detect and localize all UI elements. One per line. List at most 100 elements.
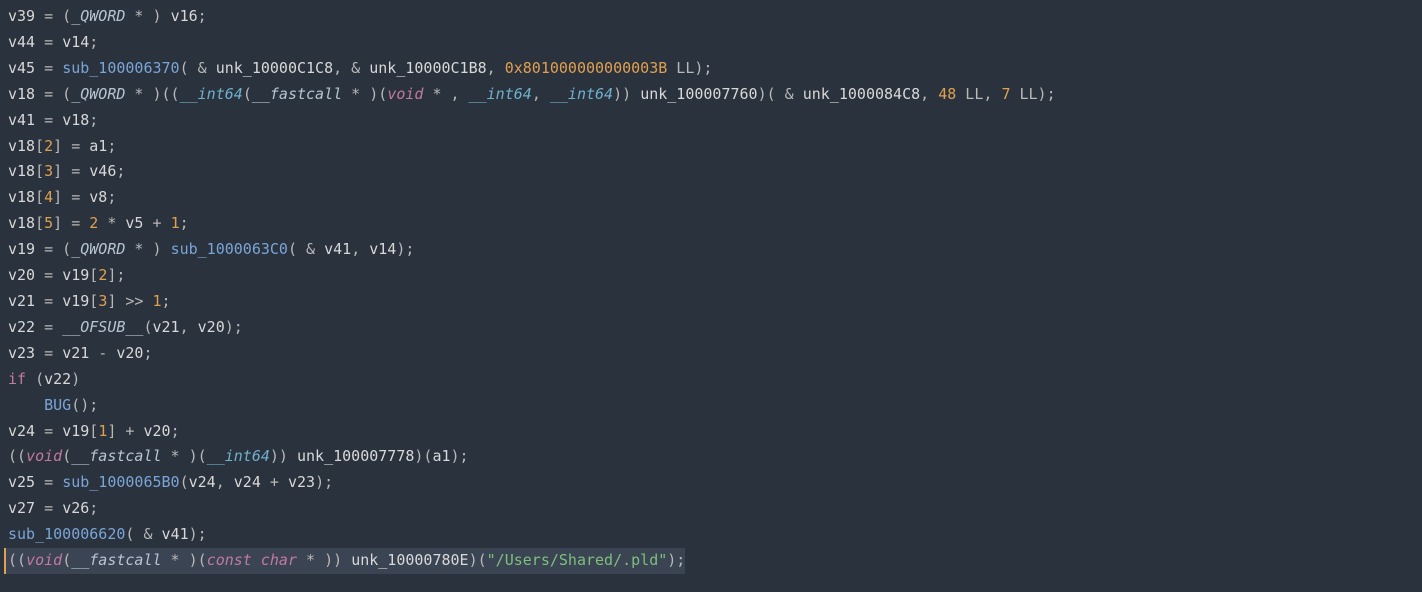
- code-token: 2: [98, 266, 107, 284]
- code-line[interactable]: sub_100006620( & v41);: [8, 522, 1414, 548]
- code-line[interactable]: ((void(__fastcall * )(__int64)) unk_1000…: [8, 444, 1414, 470]
- code-line[interactable]: if (v22): [8, 367, 1414, 393]
- code-token: 2: [89, 214, 98, 232]
- code-token: =: [35, 59, 62, 77]
- code-token: (: [143, 318, 152, 336]
- code-token: char: [261, 551, 297, 569]
- highlighted-line[interactable]: ((void(__fastcall * )(const char * )) un…: [4, 548, 685, 574]
- code-line[interactable]: v18[4] = v8;: [8, 185, 1414, 211]
- code-token: if: [8, 370, 26, 388]
- code-token: v18: [8, 137, 35, 155]
- code-token: v26: [62, 499, 89, 517]
- code-token: v19: [8, 240, 35, 258]
- code-line[interactable]: v25 = sub_1000065B0(v24, v24 + v23);: [8, 470, 1414, 496]
- code-token: 1: [153, 292, 162, 310]
- code-token: "/Users/Shared/.pld": [487, 551, 668, 569]
- code-token: v22: [8, 318, 35, 336]
- code-token: v18: [8, 85, 35, 103]
- code-token: ;: [180, 214, 189, 232]
- code-line[interactable]: ((void(__fastcall * )(const char * )) un…: [8, 548, 1414, 574]
- code-token: ] =: [53, 214, 89, 232]
- code-token: unk_100007760: [640, 85, 757, 103]
- code-token: ;: [89, 499, 98, 517]
- code-token: v24: [234, 473, 261, 491]
- code-token: __fastcall: [252, 85, 342, 103]
- code-line[interactable]: v44 = v14;: [8, 30, 1414, 56]
- code-line[interactable]: v45 = sub_100006370( & unk_10000C1C8, & …: [8, 56, 1414, 82]
- code-line[interactable]: v24 = v19[1] + v20;: [8, 419, 1414, 445]
- code-token: void: [26, 551, 62, 569]
- code-block[interactable]: v39 = (_QWORD * ) v16;v44 = v14;v45 = su…: [0, 0, 1422, 582]
- code-token: (: [62, 551, 71, 569]
- code-token: LL);: [667, 59, 712, 77]
- code-token: ( &: [180, 59, 216, 77]
- code-token: [8, 396, 44, 414]
- code-token: v20: [198, 318, 225, 336]
- code-line[interactable]: v18[3] = v46;: [8, 159, 1414, 185]
- code-token: (: [62, 447, 71, 465]
- code-token: =: [35, 292, 62, 310]
- code-line[interactable]: v18 = (_QWORD * )((__int64(__fastcall * …: [8, 82, 1414, 108]
- code-line[interactable]: v22 = __OFSUB__(v21, v20);: [8, 315, 1414, 341]
- code-token: * )(: [162, 551, 207, 569]
- code-line[interactable]: v39 = (_QWORD * ) v16;: [8, 4, 1414, 30]
- code-token: v14: [369, 240, 396, 258]
- code-token: v14: [62, 33, 89, 51]
- code-token: [: [35, 137, 44, 155]
- code-token: * )(: [162, 447, 207, 465]
- code-token: sub_1000065B0: [62, 473, 179, 491]
- code-token: 4: [44, 188, 53, 206]
- code-line[interactable]: BUG();: [8, 393, 1414, 419]
- code-token: * )): [297, 551, 351, 569]
- code-token: =: [35, 33, 62, 51]
- code-token: v25: [8, 473, 35, 491]
- code-line[interactable]: v20 = v19[2];: [8, 263, 1414, 289]
- code-line[interactable]: v23 = v21 - v20;: [8, 341, 1414, 367]
- code-token: ;: [143, 344, 152, 362]
- code-token: BUG: [44, 396, 71, 414]
- code-token: sub_100006620: [8, 525, 125, 543]
- code-line[interactable]: v27 = v26;: [8, 496, 1414, 522]
- code-token: v18: [8, 162, 35, 180]
- code-line[interactable]: v41 = v18;: [8, 108, 1414, 134]
- code-token: v23: [288, 473, 315, 491]
- code-line[interactable]: v21 = v19[3] >> 1;: [8, 289, 1414, 315]
- code-token: ,: [487, 59, 505, 77]
- code-token: );: [315, 473, 333, 491]
- code-token: unk_10000C1C8: [216, 59, 333, 77]
- code-token: = (: [35, 7, 71, 25]
- code-token: unk_100007778: [297, 447, 414, 465]
- code-token: [: [35, 162, 44, 180]
- code-token: 48: [938, 85, 956, 103]
- code-token: ();: [71, 396, 98, 414]
- code-token: =: [35, 473, 62, 491]
- code-token: v41: [8, 111, 35, 129]
- code-token: v39: [8, 7, 35, 25]
- code-token: __fastcall: [71, 551, 161, 569]
- code-token: v24: [189, 473, 216, 491]
- code-token: -: [89, 344, 116, 362]
- code-line[interactable]: v18[2] = a1;: [8, 134, 1414, 160]
- code-token: * )((: [125, 85, 179, 103]
- code-token: (: [243, 85, 252, 103]
- code-token: _QWORD: [71, 7, 125, 25]
- code-token: v45: [8, 59, 35, 77]
- code-token: 1: [98, 422, 107, 440]
- code-token: ] =: [53, 162, 89, 180]
- code-line[interactable]: v19 = (_QWORD * ) sub_1000063C0( & v41, …: [8, 237, 1414, 263]
- code-token: _QWORD: [71, 240, 125, 258]
- code-line[interactable]: v18[5] = 2 * v5 + 1;: [8, 211, 1414, 237]
- code-token: ,: [920, 85, 938, 103]
- code-token: [: [89, 292, 98, 310]
- code-token: v41: [162, 525, 189, 543]
- code-token: v16: [171, 7, 198, 25]
- code-token: 0x801000000000003B: [505, 59, 668, 77]
- code-token: +: [261, 473, 288, 491]
- code-token: ] =: [53, 188, 89, 206]
- code-token: (: [180, 473, 189, 491]
- code-token: )(: [414, 447, 432, 465]
- code-token: )): [270, 447, 297, 465]
- code-token: 5: [44, 214, 53, 232]
- code-token: v21: [153, 318, 180, 336]
- code-token: ;: [171, 422, 180, 440]
